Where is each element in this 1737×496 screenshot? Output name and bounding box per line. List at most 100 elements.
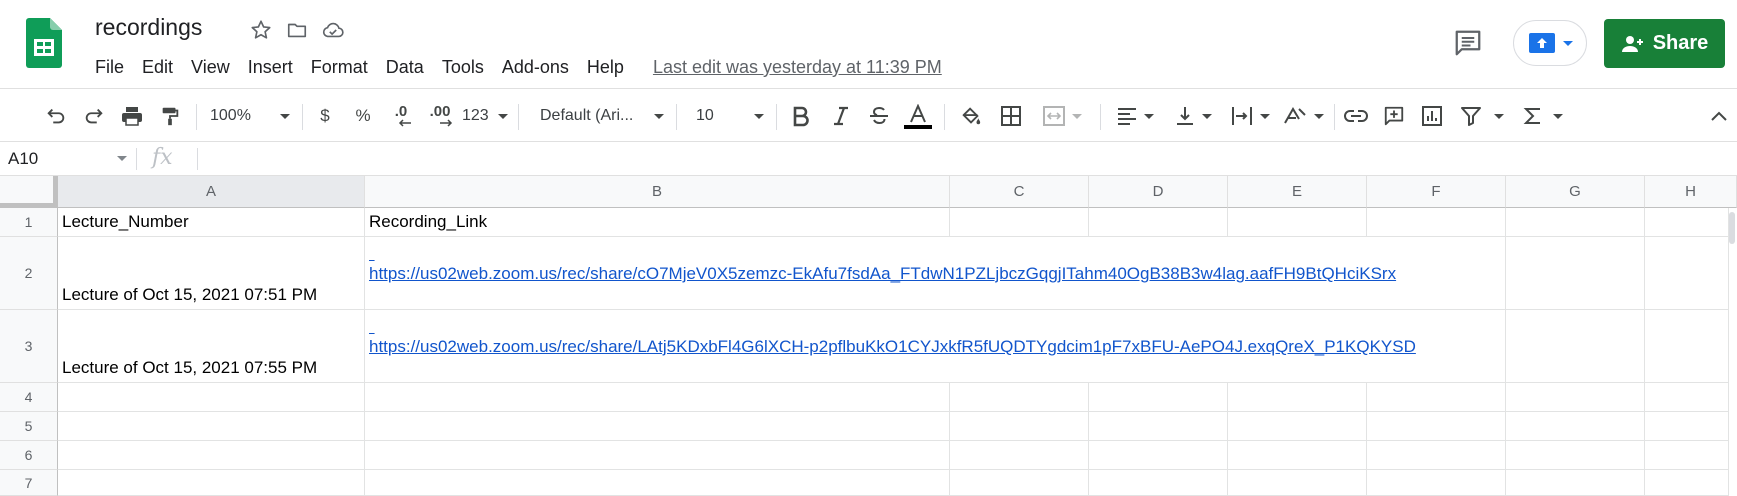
cell-f1[interactable]: [1367, 208, 1506, 237]
italic-icon[interactable]: [826, 100, 856, 132]
cell-f4[interactable]: [1367, 383, 1506, 412]
cell-f6[interactable]: [1367, 441, 1506, 470]
more-formats-select[interactable]: 123: [462, 100, 508, 132]
redo-icon[interactable]: [78, 100, 110, 132]
cell-b3-link[interactable]: https://us02web.zoom.us/rec/share/LAtj5K…: [365, 310, 1506, 383]
column-header-d[interactable]: D: [1089, 176, 1228, 208]
menu-edit[interactable]: Edit: [133, 55, 182, 80]
cell-d5[interactable]: [1089, 412, 1228, 441]
paint-format-icon[interactable]: [154, 100, 186, 132]
document-title[interactable]: recordings: [95, 14, 202, 41]
vertical-scrollbar[interactable]: [1729, 212, 1735, 244]
collapse-menus-icon[interactable]: [1706, 100, 1732, 132]
share-button[interactable]: Share: [1604, 19, 1725, 68]
insert-comment-icon[interactable]: [1378, 100, 1410, 132]
insert-link-icon[interactable]: [1340, 100, 1372, 132]
column-header-b[interactable]: B: [365, 176, 950, 208]
menu-help[interactable]: Help: [578, 55, 633, 80]
row-header-7[interactable]: 7: [0, 470, 58, 496]
sheets-logo-icon[interactable]: [26, 18, 62, 68]
row-header-1[interactable]: 1: [0, 208, 58, 237]
currency-format-button[interactable]: $: [312, 100, 338, 132]
cell-c6[interactable]: [950, 441, 1089, 470]
cell-h6[interactable]: [1645, 441, 1729, 470]
cell-h3[interactable]: [1645, 310, 1729, 383]
cell-a1[interactable]: Lecture_Number: [58, 208, 365, 237]
cell-a6[interactable]: [58, 441, 365, 470]
cell-f5[interactable]: [1367, 412, 1506, 441]
text-color-icon[interactable]: [902, 100, 934, 132]
cell-c5[interactable]: [950, 412, 1089, 441]
text-rotation-icon[interactable]: [1280, 100, 1326, 132]
cell-g1[interactable]: [1506, 208, 1645, 237]
row-header-5[interactable]: 5: [0, 412, 58, 441]
cell-e4[interactable]: [1228, 383, 1367, 412]
cell-h1[interactable]: [1645, 208, 1729, 237]
decrease-decimal-button[interactable]: .0: [386, 100, 416, 132]
menu-format[interactable]: Format: [302, 55, 377, 80]
cell-d1[interactable]: [1089, 208, 1228, 237]
filter-icon[interactable]: [1456, 100, 1508, 132]
font-family-select[interactable]: Default (Ari...: [540, 100, 664, 132]
merge-cells-icon[interactable]: [1036, 100, 1088, 132]
row-header-2[interactable]: 2: [0, 237, 58, 310]
cell-c1[interactable]: [950, 208, 1089, 237]
cell-g7[interactable]: [1506, 470, 1645, 496]
cell-g3[interactable]: [1506, 310, 1645, 383]
vertical-align-icon[interactable]: [1170, 100, 1216, 132]
row-header-4[interactable]: 4: [0, 383, 58, 412]
select-all-corner[interactable]: [0, 176, 58, 208]
cell-f7[interactable]: [1367, 470, 1506, 496]
cell-h2[interactable]: [1645, 237, 1729, 310]
cell-b6[interactable]: [365, 441, 950, 470]
cell-a4[interactable]: [58, 383, 365, 412]
cell-h4[interactable]: [1645, 383, 1729, 412]
percent-format-button[interactable]: %: [350, 100, 376, 132]
cell-g4[interactable]: [1506, 383, 1645, 412]
menu-file[interactable]: File: [86, 55, 133, 80]
cell-b7[interactable]: [365, 470, 950, 496]
fill-color-icon[interactable]: [956, 100, 986, 132]
cell-e6[interactable]: [1228, 441, 1367, 470]
cell-h5[interactable]: [1645, 412, 1729, 441]
insert-chart-icon[interactable]: [1416, 100, 1448, 132]
cell-h7[interactable]: [1645, 470, 1729, 496]
borders-icon[interactable]: [996, 100, 1026, 132]
bold-icon[interactable]: [786, 100, 816, 132]
font-size-select[interactable]: 10: [696, 100, 764, 132]
text-wrapping-icon[interactable]: [1226, 100, 1274, 132]
cell-g5[interactable]: [1506, 412, 1645, 441]
cell-e5[interactable]: [1228, 412, 1367, 441]
present-button[interactable]: [1513, 20, 1587, 66]
cell-a7[interactable]: [58, 470, 365, 496]
cell-d7[interactable]: [1089, 470, 1228, 496]
formula-input[interactable]: [205, 142, 1705, 175]
column-header-c[interactable]: C: [950, 176, 1089, 208]
star-icon[interactable]: [248, 17, 274, 43]
recording-link-1[interactable]: https://us02web.zoom.us/rec/share/cO7Mje…: [369, 264, 1396, 284]
column-header-f[interactable]: F: [1367, 176, 1506, 208]
recording-link-2[interactable]: https://us02web.zoom.us/rec/share/LAtj5K…: [369, 337, 1416, 357]
menu-add-ons[interactable]: Add-ons: [493, 55, 578, 80]
cell-e1[interactable]: [1228, 208, 1367, 237]
cell-g2[interactable]: [1506, 237, 1645, 310]
undo-icon[interactable]: [40, 100, 72, 132]
cell-b2-link[interactable]: https://us02web.zoom.us/rec/share/cO7Mje…: [365, 237, 1506, 310]
column-header-g[interactable]: G: [1506, 176, 1645, 208]
column-header-e[interactable]: E: [1228, 176, 1367, 208]
move-folder-icon[interactable]: [284, 17, 310, 43]
column-header-a[interactable]: A: [58, 176, 365, 208]
comments-icon[interactable]: [1451, 26, 1485, 60]
cell-g6[interactable]: [1506, 441, 1645, 470]
cell-c4[interactable]: [950, 383, 1089, 412]
cell-a5[interactable]: [58, 412, 365, 441]
cell-a2[interactable]: Lecture of Oct 15, 2021 07:51 PM: [58, 237, 365, 310]
row-header-3[interactable]: 3: [0, 310, 58, 383]
strikethrough-icon[interactable]: [864, 100, 894, 132]
column-header-h[interactable]: H: [1645, 176, 1737, 208]
cell-b5[interactable]: [365, 412, 950, 441]
last-edit-link[interactable]: Last edit was yesterday at 11:39 PM: [653, 57, 942, 78]
cell-b4[interactable]: [365, 383, 950, 412]
zoom-select[interactable]: 100%: [210, 100, 290, 132]
cell-c7[interactable]: [950, 470, 1089, 496]
